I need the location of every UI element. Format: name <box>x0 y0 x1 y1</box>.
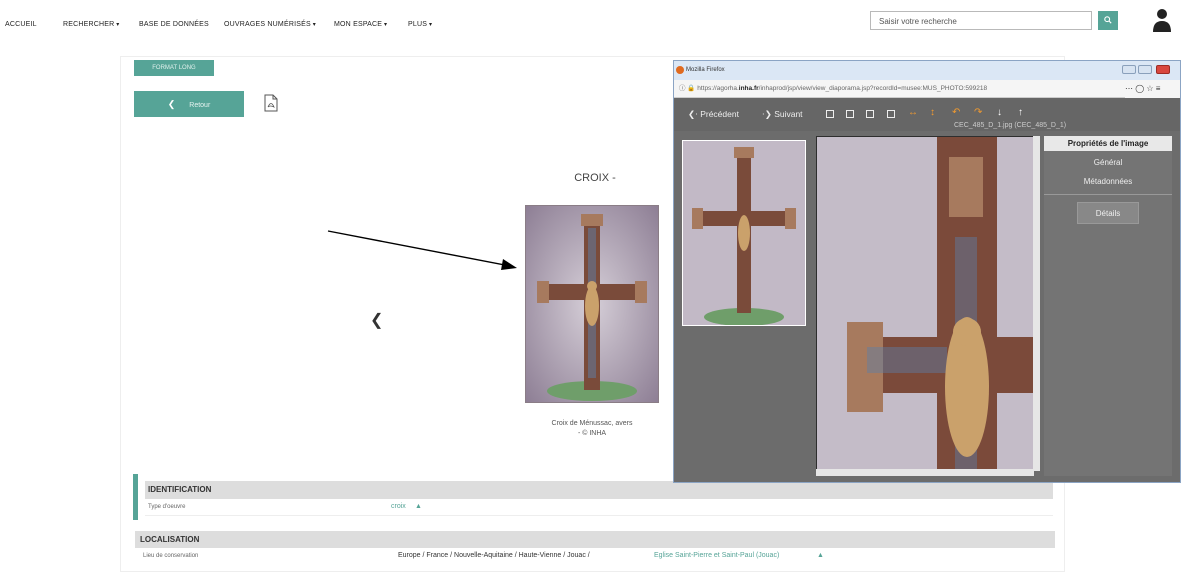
upload-icon[interactable]: ↑ <box>1018 107 1023 118</box>
nav-accueil[interactable]: ACCUEIL <box>5 21 37 28</box>
popup-thumbnail[interactable] <box>682 140 806 326</box>
zoomed-image[interactable] <box>816 136 1034 476</box>
nav-ouvrages-numerises[interactable]: OUVRAGES NUMÉRISÉS <box>224 21 316 28</box>
location-link[interactable]: Eglise Saint-Pierre et Saint-Paul (Jouac… <box>654 552 779 559</box>
next-button[interactable]: ⋅❯ Suivant <box>762 109 803 120</box>
firefox-icon <box>676 66 684 74</box>
fit-height-icon[interactable]: ↕ <box>930 107 935 118</box>
type-oeuvre-label: Type d'oeuvre <box>148 504 186 510</box>
hierarchy-icon[interactable]: ▲ <box>415 503 422 510</box>
toolbar-grid-icon[interactable] <box>887 110 895 118</box>
hierarchy-icon[interactable]: ▲ <box>817 552 824 559</box>
nav-base-de-donnees[interactable]: BASE DE DONNÉES <box>139 21 209 28</box>
url-bar[interactable]: ⓘ 🔒 https://agorha.inha.fr/inhaprod/jsp/… <box>674 80 1180 98</box>
toolbar-window-icon[interactable] <box>846 110 854 118</box>
pdf-icon[interactable] <box>264 94 278 112</box>
type-oeuvre-value[interactable]: croix <box>391 503 406 510</box>
localisation-row: Lieu de conservation Europe / France / N… <box>135 549 1055 563</box>
url-path: /inhaprod/jsp/view/view_diaporama.jsp?re… <box>758 85 988 92</box>
cross-zoomed <box>817 137 1033 475</box>
search-button[interactable] <box>1098 11 1118 30</box>
lieu-conservation-label: Lieu de conservation <box>143 553 199 559</box>
chevron-left-icon: ❮ <box>167 99 176 109</box>
search-input[interactable]: Saisir votre recherche <box>870 11 1092 30</box>
url-prefix: https://agorha. <box>697 85 739 92</box>
close-button[interactable] <box>1156 65 1170 74</box>
image-filename: CEC_485_D_1.jpg (CEC_485_D_1) <box>954 122 1067 129</box>
image-properties-panel: Propriétés de l'image Général Métadonnée… <box>1044 136 1172 476</box>
previous-label: Précédent <box>700 109 739 119</box>
back-label: Retour <box>189 102 211 109</box>
identification-row: Type d'oeuvre croix ▲ <box>145 500 1053 516</box>
url-domain: inha.fr <box>738 85 759 92</box>
slideshow-body: Propriétés de l'image Général Métadonnée… <box>674 131 1180 482</box>
details-button[interactable]: Détails <box>1077 202 1139 224</box>
horizontal-scrollbar[interactable] <box>816 469 1034 476</box>
identification-header[interactable]: IDENTIFICATION <box>145 481 1053 499</box>
page-title: CROIX - <box>574 172 616 184</box>
nav-rechercher[interactable]: RECHERCHER <box>63 21 120 28</box>
browser-actions[interactable]: ⋯ ◯ ☆ ≡ <box>1125 80 1180 98</box>
properties-title: Propriétés de l'image <box>1044 136 1172 151</box>
format-long-button[interactable]: FORMAT LONG <box>134 60 214 76</box>
user-icon[interactable] <box>1152 8 1172 32</box>
rotate-right-icon[interactable]: ↷ <box>974 107 982 118</box>
artwork-image[interactable] <box>525 205 659 403</box>
toolbar-window2-icon[interactable] <box>866 110 874 118</box>
toolbar-frame-icon[interactable] <box>826 110 834 118</box>
nav-plus[interactable]: PLUS <box>408 21 432 28</box>
download-icon[interactable]: ↓ <box>997 107 1002 118</box>
info-icon: ⓘ <box>679 85 686 92</box>
pointer-arrow <box>327 230 517 270</box>
back-button[interactable]: ❮ Retour <box>134 91 244 117</box>
cross-image <box>526 206 658 402</box>
firefox-popup-window: Mozilla Firefox ⓘ 🔒 https://agorha.inha.… <box>673 60 1181 483</box>
fit-width-icon[interactable]: ↔ <box>908 107 918 118</box>
slideshow-toolbar: ❮⋅ Précédent ⋅❯ Suivant ↔ ↕ ↶ ↷ ↓ ↑ CEC_… <box>674 98 1180 131</box>
cross-thumbnail <box>683 141 805 326</box>
lock-icon: 🔒 <box>687 85 696 92</box>
divider <box>1044 194 1172 195</box>
maximize-button[interactable] <box>1138 65 1152 74</box>
previous-button[interactable]: ❮⋅ Précédent <box>688 109 739 120</box>
vertical-scrollbar[interactable] <box>1033 136 1040 471</box>
minimize-button[interactable] <box>1122 65 1136 74</box>
nav-mon-espace[interactable]: MON ESPACE <box>334 21 387 28</box>
previous-image-button[interactable]: ❮ <box>370 310 383 330</box>
window-title: Mozilla Firefox <box>686 67 725 73</box>
image-credit: - © INHA <box>577 430 607 437</box>
next-label: Suivant <box>774 109 803 119</box>
location-path: Europe / France / Nouvelle-Aquitaine / H… <box>398 552 590 559</box>
section-accent-bar <box>133 474 138 520</box>
rotate-left-icon[interactable]: ↶ <box>952 107 960 118</box>
search-icon <box>1104 16 1112 24</box>
tab-general[interactable]: Général <box>1044 158 1172 167</box>
window-titlebar[interactable]: Mozilla Firefox <box>674 61 1180 80</box>
localisation-header[interactable]: LOCALISATION <box>135 531 1055 548</box>
image-caption: Croix de Ménussac, avers <box>551 420 633 427</box>
tab-metadonnees[interactable]: Métadonnées <box>1044 177 1172 186</box>
